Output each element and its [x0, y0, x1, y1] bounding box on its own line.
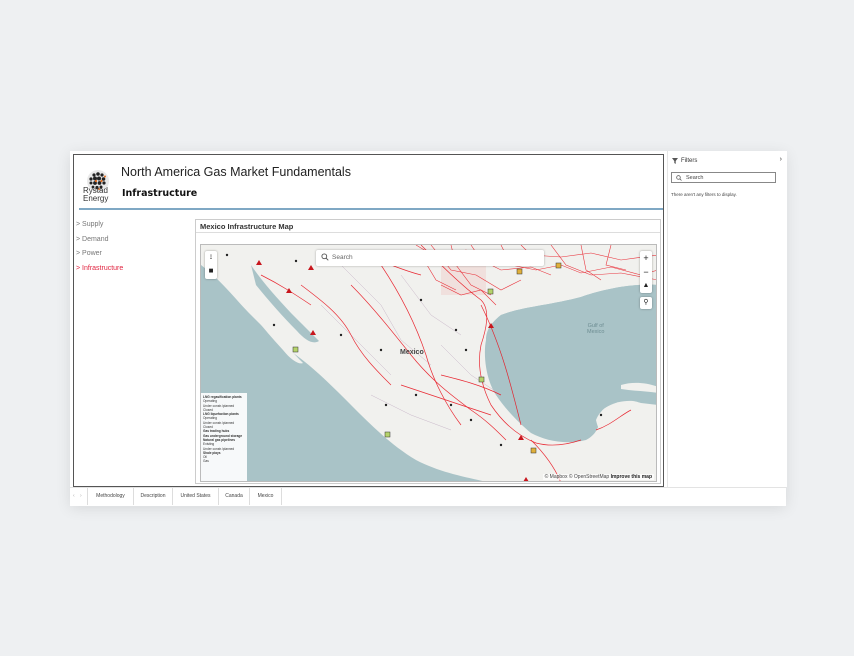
filters-search-placeholder: Search — [686, 175, 704, 181]
search-icon — [321, 253, 329, 261]
zoom-out-icon[interactable]: − — [640, 265, 652, 279]
page-subtitle: Infrastructure — [122, 188, 198, 199]
tab-description[interactable]: Description — [134, 488, 173, 505]
collapse-filters-icon[interactable]: › — [780, 156, 782, 163]
section-nav: > Supply > Demand > Power > Infrastructu… — [76, 221, 123, 279]
zoom-controls: + − ▲ — [640, 251, 652, 293]
filters-title: Filters — [681, 158, 698, 164]
filters-search-input[interactable]: Search — [671, 172, 776, 183]
compass-icon[interactable]: ▲ — [640, 279, 652, 293]
funnel-icon — [672, 158, 678, 164]
lasso-select-icon[interactable]: ⟟ — [205, 251, 217, 265]
zoom-reset-icon[interactable]: ⚲ — [640, 297, 652, 309]
nav-item-demand[interactable]: > Demand — [76, 236, 123, 251]
map-drawing — [201, 245, 656, 481]
filters-pane: Filters › Search There aren't any filter… — [667, 151, 787, 487]
map-tool-group: ⟟ ■ — [205, 251, 217, 279]
zoom-in-icon[interactable]: + — [640, 251, 652, 265]
rect-select-icon[interactable]: ■ — [205, 265, 217, 279]
map-visual: Mexico Infrastructure Map Mexico Gulf of… — [195, 219, 661, 484]
map-search-placeholder: Search — [332, 254, 353, 261]
header-divider — [79, 208, 663, 210]
map-search-input[interactable]: Search — [316, 250, 544, 266]
nav-item-infrastructure[interactable]: > Infrastructure — [76, 265, 123, 280]
map-title-divider — [196, 232, 660, 233]
nav-item-supply[interactable]: > Supply — [76, 221, 123, 236]
page-tabs: ‹ › Methodology Description United State… — [70, 487, 786, 506]
report-title: North America Gas Market Fundamentals — [121, 165, 351, 179]
improve-map-link[interactable]: Improve this map — [611, 474, 652, 480]
water-label-gulf: Gulf of Mexico — [587, 323, 605, 335]
tab-canada[interactable]: Canada — [219, 488, 250, 505]
tab-scroll-arrows[interactable]: ‹ › — [73, 493, 84, 499]
tab-mexico[interactable]: Mexico — [250, 488, 282, 505]
tab-methodology[interactable]: Methodology — [87, 488, 134, 505]
map-attribution: © Mapbox © OpenStreetMap Improve this ma… — [542, 474, 654, 480]
infrastructure-map[interactable]: Mexico Gulf of Mexico Search ⟟ ■ + − ▲ ⚲… — [200, 244, 657, 482]
report-window: Rystad Energy North America Gas Market F… — [70, 151, 787, 506]
report-canvas: Rystad Energy North America Gas Market F… — [73, 154, 664, 487]
logo-wordmark: Rystad Energy — [83, 186, 109, 203]
search-icon — [676, 175, 682, 181]
tab-united-states[interactable]: United States — [173, 488, 219, 505]
nav-item-power[interactable]: > Power — [76, 250, 123, 265]
filters-empty-message: There aren't any filters to display. — [671, 192, 737, 197]
country-label-mexico: Mexico — [400, 349, 424, 356]
map-legend: LNG regasification plants Operating Unde… — [201, 393, 247, 481]
map-title: Mexico Infrastructure Map — [200, 222, 294, 231]
